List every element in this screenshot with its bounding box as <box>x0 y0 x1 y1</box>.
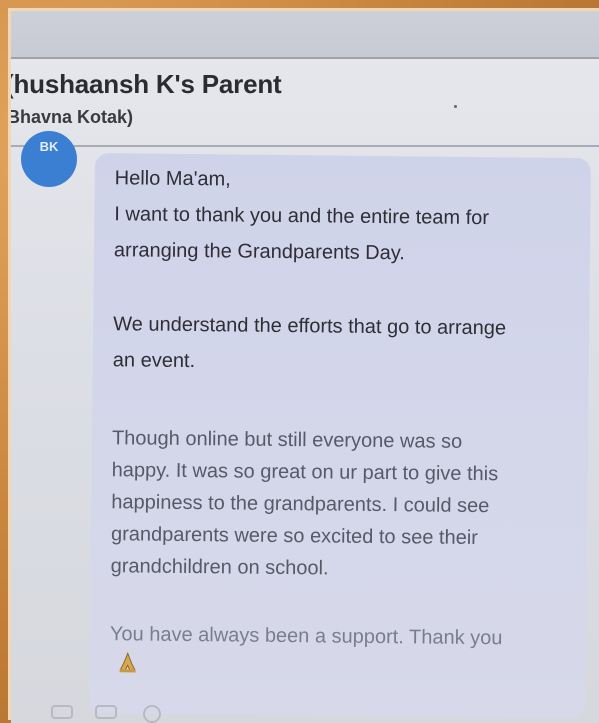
message-line: arranging the Grandparents Day. <box>113 239 406 265</box>
message-line: Hello Ma'am, <box>114 167 231 191</box>
chat-header: (hushaansh K's Parent Bhavna Kotak) <box>11 59 599 149</box>
message-line: happy. It was so great on ur part to giv… <box>111 459 499 486</box>
chat-screen: (hushaansh K's Parent Bhavna Kotak) BK H… <box>11 11 599 723</box>
message-line: We understand the efforts that go to arr… <box>113 313 507 340</box>
message-line: Though online but still everyone was so <box>111 427 463 453</box>
chat-title: (hushaansh K's Parent <box>11 69 282 99</box>
message-line: happiness to the grandparents. I could s… <box>111 491 490 518</box>
message-line: You have always been a support. Thank yo… <box>109 623 503 650</box>
top-bar <box>11 11 599 59</box>
avatar[interactable]: BK <box>21 131 77 187</box>
header-divider <box>11 145 599 147</box>
message-line: I want to thank you and the entire team … <box>114 203 490 230</box>
message-line: grandchildren on school. <box>110 555 329 580</box>
composer-bar <box>11 701 599 723</box>
image-icon[interactable] <box>95 705 117 719</box>
folded-hands-icon <box>119 652 136 673</box>
chat-subtitle: Bhavna Kotak) <box>11 107 134 127</box>
message-line: grandparents were so excited to see thei… <box>110 523 478 550</box>
emoji-icon[interactable] <box>143 705 161 723</box>
attach-icon[interactable] <box>51 705 73 719</box>
header-dot <box>454 105 457 108</box>
message-bubble[interactable]: Hello Ma'am, I want to thank you and the… <box>89 153 591 719</box>
message-line: an event. <box>112 349 196 373</box>
